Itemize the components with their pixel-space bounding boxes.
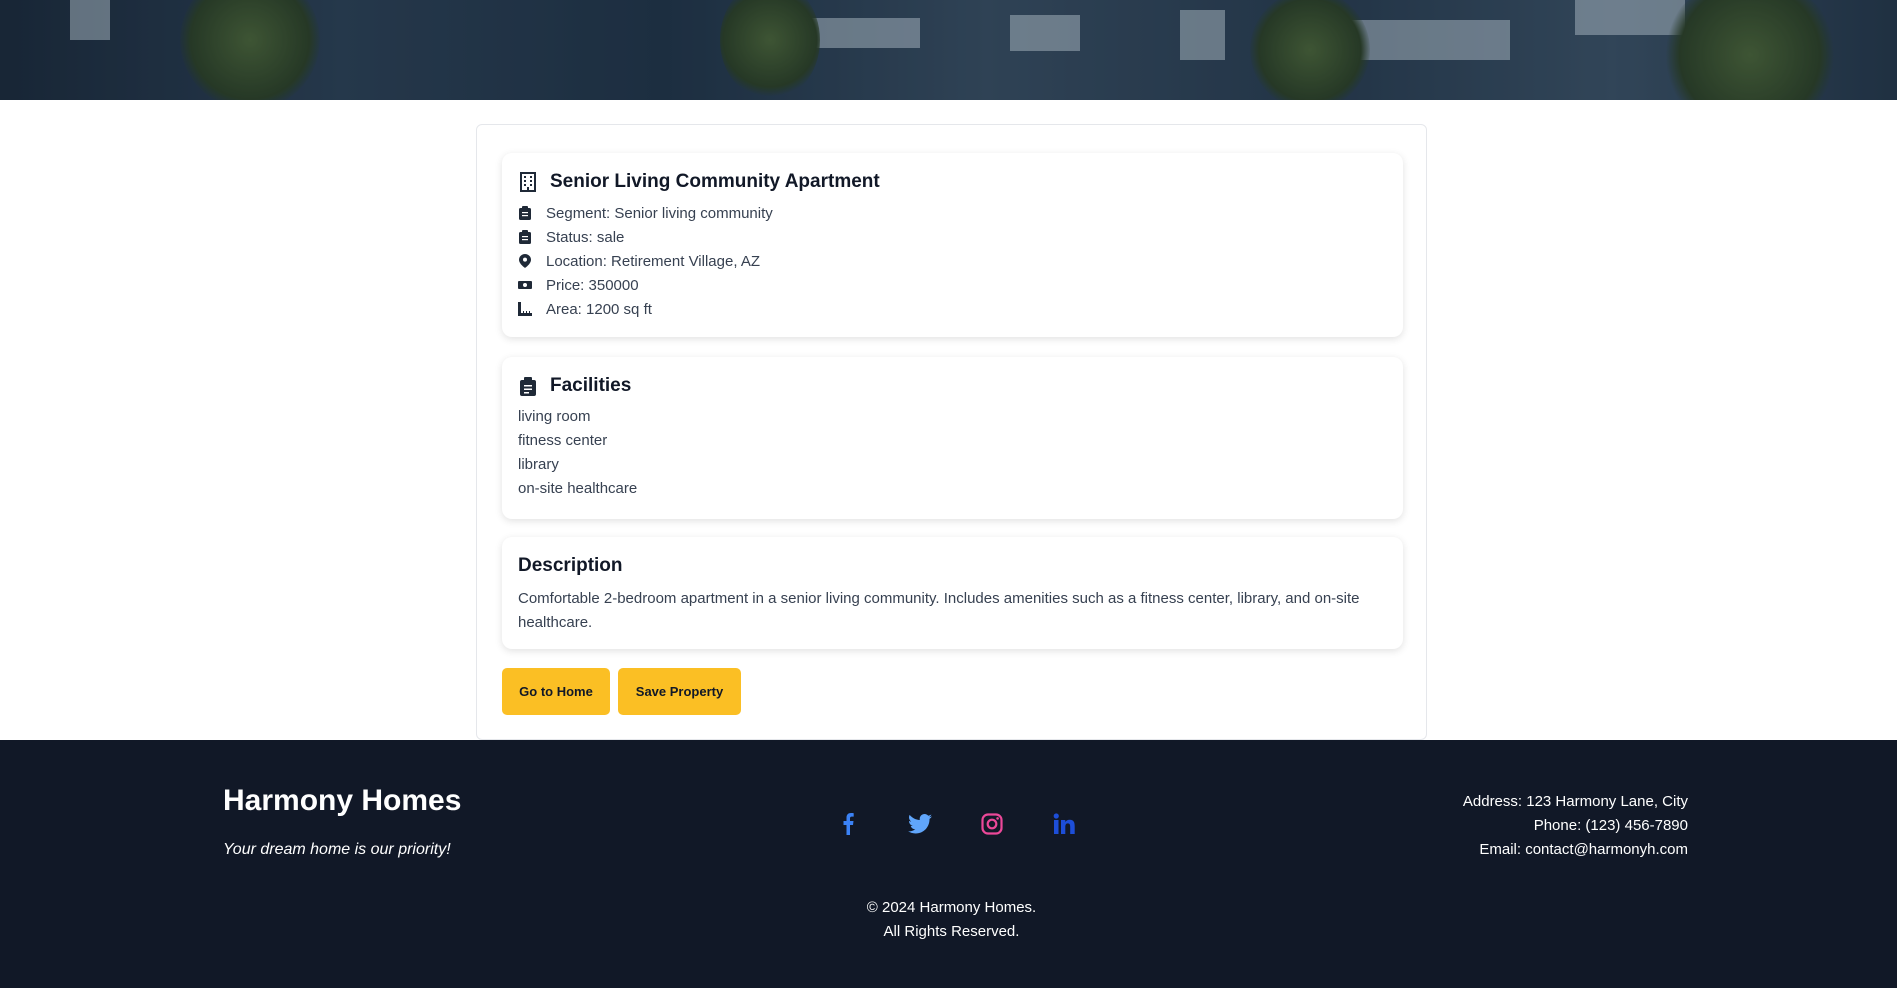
footer-brand: Harmony Homes (223, 784, 462, 817)
site-footer: Harmony Homes Your dream home is our pri… (0, 740, 1897, 988)
facebook-icon[interactable] (836, 812, 860, 836)
property-segment: Segment: Senior living community (518, 201, 1387, 225)
footer-copyright: © 2024 Harmony Homes. All Rights Reserve… (866, 899, 1037, 940)
description-title: Description (518, 555, 623, 576)
description-text: Comfortable 2-bedroom apartment in a sen… (518, 590, 1360, 631)
footer-tagline: Your dream home is our priority! (223, 841, 451, 858)
property-info-card: Senior Living Community Apartment Segmen… (502, 153, 1403, 337)
footer-phone: Phone: (123) 456-7890 (1533, 817, 1688, 834)
instagram-icon[interactable] (980, 812, 1004, 836)
money-icon (518, 278, 532, 292)
footer-contact: Address: 123 Harmony Lane, City Phone: (… (1463, 790, 1688, 862)
description-card: Description Comfortable 2-bedroom apartm… (502, 537, 1403, 649)
twitter-icon[interactable] (908, 812, 932, 836)
map-pin-icon (518, 254, 532, 268)
footer-address: Address: 123 Harmony Lane, City (1462, 793, 1688, 810)
social-links (836, 812, 1124, 836)
save-property-button[interactable]: Save Property (618, 668, 741, 715)
clipboard-icon (518, 206, 532, 220)
footer-email: Email: contact@harmonyh.com (1479, 841, 1688, 858)
property-area: Area: 1200 sq ft (518, 297, 1387, 321)
facility-item: library (518, 456, 559, 473)
hero-banner-image (0, 0, 1897, 100)
property-title: Senior Living Community Apartment (550, 171, 880, 192)
clipboard-icon (518, 230, 532, 244)
clipboard-list-icon (518, 376, 538, 396)
property-price: Price: 350000 (518, 273, 1387, 297)
facility-item: living room (518, 408, 591, 425)
building-icon (518, 172, 538, 192)
ruler-icon (518, 302, 532, 316)
property-details-panel: Senior Living Community Apartment Segmen… (476, 124, 1427, 740)
property-status: Status: sale (518, 225, 1387, 249)
facilities-card: Facilities living room fitness center li… (502, 357, 1403, 519)
facilities-title: Facilities (550, 375, 632, 396)
linkedin-icon[interactable] (1052, 812, 1076, 836)
facility-item: fitness center (518, 432, 608, 449)
facilities-list: living room fitness center library on-si… (518, 405, 1387, 501)
go-to-home-button[interactable]: Go to Home (502, 668, 610, 715)
facility-item: on-site healthcare (518, 480, 638, 497)
property-location: Location: Retirement Village, AZ (518, 249, 1387, 273)
